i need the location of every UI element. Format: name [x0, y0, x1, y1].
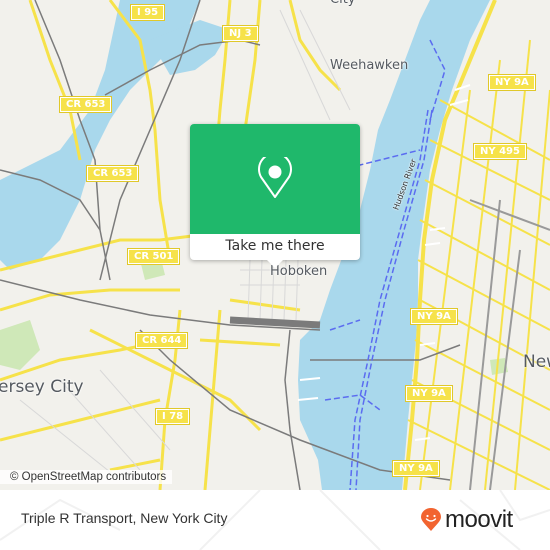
- road-shield-cr653: CR 653: [85, 165, 140, 182]
- moovit-pin-icon: [421, 508, 441, 531]
- popup-header: [190, 124, 360, 234]
- road-shield-cr653: CR 653: [58, 96, 113, 113]
- popup-tail: [267, 260, 283, 268]
- road-shield-ny9a: NY 9A: [410, 308, 458, 325]
- road-shield-i95: I 95: [129, 4, 166, 21]
- take-me-there-button[interactable]: Take me there: [190, 234, 360, 260]
- moovit-logo[interactable]: moovit: [420, 508, 513, 532]
- map-pin-icon: [258, 157, 292, 198]
- place-title: Triple R Transport, New York City: [21, 510, 228, 526]
- road-shield-cr501: CR 501: [126, 248, 181, 265]
- location-popup: Take me there: [190, 124, 360, 268]
- map[interactable]: City Weehawken Hoboken ersey City New Hu…: [0, 0, 550, 490]
- park: [0, 320, 40, 370]
- place-label-new-york: New: [523, 352, 550, 372]
- moovit-wordmark: moovit: [445, 506, 513, 533]
- place-label-weehawken: Weehawken: [330, 58, 409, 73]
- road-shield-ny9a: NY 9A: [405, 385, 453, 402]
- road-shield-ny9a: NY 9A: [392, 460, 440, 477]
- hoboken-terminal: [229, 316, 321, 329]
- place-label-jersey-city: ersey City: [0, 377, 84, 397]
- map-attribution[interactable]: © OpenStreetMap contributors: [0, 470, 173, 484]
- road-shield-ny495: NY 495: [473, 143, 527, 160]
- place-label-city: City: [330, 0, 355, 7]
- road-shield-ny9a: NY 9A: [488, 74, 536, 91]
- road-shield-cr644: CR 644: [134, 332, 189, 349]
- road-shield-i78: I 78: [154, 408, 191, 425]
- road-shield-nj3: NJ 3: [222, 25, 259, 42]
